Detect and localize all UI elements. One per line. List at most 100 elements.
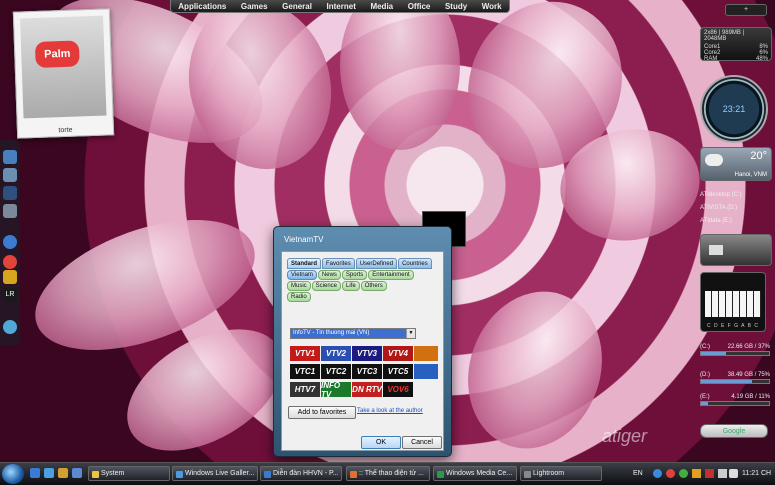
left-dock: LR: [0, 140, 20, 345]
taskbar-button-lightroom[interactable]: Lightroom: [520, 466, 602, 481]
dock-app-icon[interactable]: [3, 270, 17, 284]
channel-logo[interactable]: [414, 346, 438, 361]
folder-icon[interactable]: [58, 468, 68, 478]
dock-app-icon[interactable]: [3, 186, 17, 200]
channel-logo[interactable]: [414, 364, 438, 379]
tab-countries[interactable]: Countries: [398, 258, 432, 269]
menu-media[interactable]: Media: [370, 2, 393, 11]
channel-logo[interactable]: VTC1: [290, 364, 320, 379]
start-button[interactable]: [2, 464, 24, 484]
menu-internet[interactable]: Internet: [327, 2, 356, 11]
taskbar-button-media-center[interactable]: Windows Media Ce...: [433, 466, 517, 481]
add-to-favorites-button[interactable]: Add to favorites: [288, 406, 356, 419]
ie-icon[interactable]: [44, 468, 54, 478]
show-desktop-icon[interactable]: [30, 468, 40, 478]
add-gadget-button[interactable]: +: [725, 4, 767, 16]
dock-app-icon[interactable]: [3, 255, 17, 269]
cancel-button[interactable]: Cancel: [402, 436, 442, 449]
vietnamtv-dialog: VietnamTV Standard Favorites UserDefined…: [273, 226, 452, 457]
channel-logo[interactable]: VTC3: [352, 364, 382, 379]
piano-gadget[interactable]: C D E F G A B C: [700, 272, 766, 332]
taskbar-button-gallery[interactable]: Windows Live Galler...: [172, 466, 258, 481]
photo-caption: torte: [58, 126, 73, 135]
media-center-icon: [437, 471, 444, 478]
cloud-icon: [705, 154, 723, 166]
chevron-down-icon[interactable]: ▼: [406, 329, 415, 338]
author-link[interactable]: Take a look at the author: [357, 408, 423, 414]
channel-logo[interactable]: INFO TV: [321, 381, 351, 399]
subtab-vietnam[interactable]: Vietnam: [287, 270, 317, 280]
tab-userdefined[interactable]: UserDefined: [355, 258, 398, 269]
channel-logo[interactable]: VTV3: [352, 346, 382, 361]
subtab-others[interactable]: Others: [360, 281, 387, 291]
tray-icon[interactable]: [679, 469, 688, 478]
sysmon-row: RAM 48%: [704, 56, 768, 62]
taskbar-button-system[interactable]: System: [88, 466, 170, 481]
dock-app-icon[interactable]: [3, 168, 17, 182]
lightroom-icon[interactable]: LR: [3, 288, 17, 302]
dialog-body: Standard Favorites UserDefined Countries…: [281, 251, 444, 451]
tab-favorites[interactable]: Favorites: [322, 258, 355, 269]
volume-icon[interactable]: [729, 469, 738, 478]
quick-launch-icon[interactable]: [72, 468, 82, 478]
network-icon[interactable]: [718, 469, 727, 478]
palm-logo: Palm: [34, 40, 80, 68]
taskbar: System Windows Live Galler... Diễn đàn H…: [0, 462, 775, 485]
menu-office[interactable]: Office: [408, 2, 431, 11]
taskbar-clock[interactable]: 11:21 CH: [742, 470, 771, 477]
channel-logo-grid: VTV1 VTV2 VTV3 VTV4 VTC1 VTC2 VTC3 VTC5 …: [290, 346, 439, 399]
dock-app-icon[interactable]: [3, 320, 17, 334]
dock-app-icon[interactable]: [3, 150, 17, 164]
channel-logo[interactable]: DN RTV: [352, 382, 382, 397]
clock-gadget: 23:21: [700, 75, 768, 143]
tab-standard[interactable]: Standard: [287, 258, 322, 269]
channel-logo[interactable]: HTV7: [290, 382, 320, 397]
speaker-gadget[interactable]: [700, 234, 772, 266]
speaker-icon: [709, 245, 723, 255]
tray-icon[interactable]: [653, 469, 662, 478]
subtab-science[interactable]: Science: [311, 281, 342, 291]
channel-logo[interactable]: VTV2: [321, 346, 351, 361]
menu-study[interactable]: Study: [445, 2, 467, 11]
piano-notes: C D E F G A B C: [707, 323, 759, 329]
subtab-news[interactable]: News: [317, 270, 341, 280]
atiger-watermark: atiger: [602, 426, 648, 446]
tray-icon[interactable]: [705, 469, 714, 478]
channel-logo[interactable]: VTC2: [321, 364, 351, 379]
globe-icon[interactable]: [3, 235, 17, 249]
channel-select[interactable]: InfoTV - Tin thuong mai (VN) ▼: [290, 328, 416, 339]
subtab-entertainment[interactable]: Entertainment: [368, 270, 414, 280]
quick-launch-menu-bar: Applications Games General Internet Medi…: [170, 0, 510, 13]
weather-gadget: 20° Hanoi, VNM: [700, 147, 772, 181]
channel-logo[interactable]: VOV6: [383, 382, 413, 397]
channel-logo[interactable]: VTV1: [290, 346, 320, 361]
subtab-radio[interactable]: Radio: [287, 292, 311, 302]
google-search-gadget[interactable]: Google: [700, 424, 768, 438]
menu-general[interactable]: General: [282, 2, 312, 11]
channel-logo[interactable]: VTV4: [383, 346, 413, 361]
piano-keys[interactable]: [705, 291, 761, 317]
menu-applications[interactable]: Applications: [178, 2, 226, 11]
subtab-sports[interactable]: Sports: [341, 270, 368, 280]
system-tray: EN 11:21 CH: [628, 463, 775, 485]
taskbar-button-esports[interactable]: :: Thế thao điện tử ...: [346, 466, 430, 481]
lightroom-icon: [524, 471, 531, 478]
subtab-life[interactable]: Life: [342, 281, 360, 291]
language-indicator[interactable]: EN: [633, 470, 643, 477]
clock-time: 23:21: [722, 104, 746, 114]
photo-gadget[interactable]: Palm torte: [12, 8, 115, 139]
tray-icon[interactable]: [666, 469, 675, 478]
drive-c: (C:) 22.66 GB / 37%: [700, 344, 770, 356]
menu-games[interactable]: Games: [241, 2, 268, 11]
menu-work[interactable]: Work: [482, 2, 502, 11]
gallery-icon: [176, 471, 183, 478]
flower-petal: [340, 0, 460, 150]
ok-button[interactable]: OK: [361, 436, 401, 449]
subtab-music[interactable]: Music: [287, 281, 311, 291]
windows-sidebar: + 2x86 | 989MB | 2048MB Core1 8% Core2 6…: [695, 0, 775, 462]
tray-icon[interactable]: [692, 469, 701, 478]
taskbar-button-forum[interactable]: Diễn đàn HHVN - P...: [260, 466, 342, 481]
weather-temp: 20°: [750, 150, 767, 162]
dock-app-icon[interactable]: [3, 204, 17, 218]
channel-logo[interactable]: VTC5: [383, 364, 413, 379]
